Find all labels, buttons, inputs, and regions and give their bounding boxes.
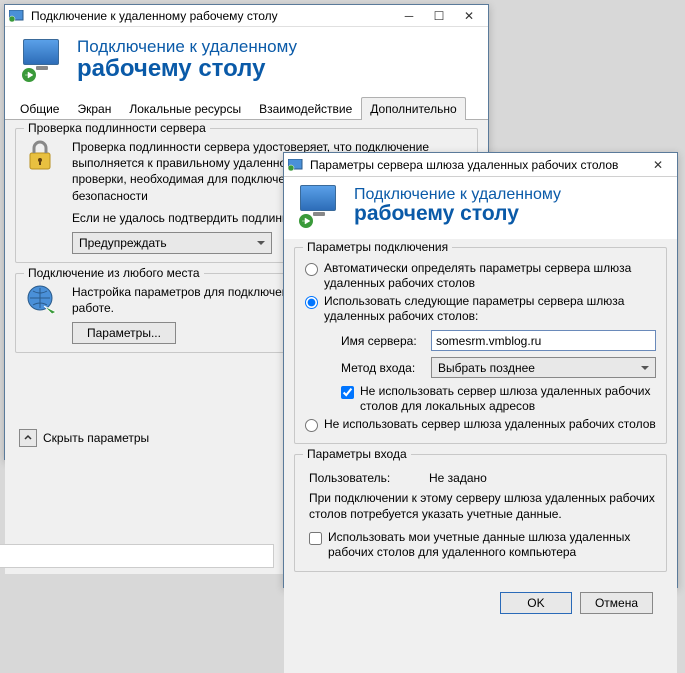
dialog-title: Параметры сервера шлюза удаленных рабочи…	[310, 158, 643, 172]
gateway-settings-button[interactable]: Параметры...	[72, 322, 176, 344]
banner: Подключение к удаленному рабочему столу	[5, 27, 488, 97]
server-name-label: Имя сервера:	[341, 334, 431, 348]
auth-action-combo[interactable]: Предупреждать	[72, 232, 272, 254]
banner-line2: рабочему столу	[77, 55, 297, 83]
titlebar[interactable]: Параметры сервера шлюза удаленных рабочи…	[284, 153, 677, 177]
tab-bar: Общие Экран Локальные ресурсы Взаимодейс…	[5, 97, 488, 120]
radio-no-gateway-label: Не использовать сервер шлюза удаленных р…	[324, 417, 656, 432]
logon-method-label: Метод входа:	[341, 361, 431, 375]
rdp-banner-icon	[23, 39, 65, 81]
checkbox-share-creds[interactable]	[309, 532, 322, 545]
banner-line2: рабочему столу	[354, 202, 561, 226]
radio-use-settings[interactable]	[305, 296, 318, 309]
checkbox-bypass-local-label: Не использовать сервер шлюза удаленных р…	[360, 384, 656, 414]
user-label: Пользователь:	[309, 471, 429, 485]
group-legend: Проверка подлинности сервера	[24, 121, 210, 135]
checkbox-bypass-local[interactable]	[341, 386, 354, 399]
group-legend: Параметры подключения	[303, 240, 452, 254]
credentials-note: При подключении к этому серверу шлюза уд…	[309, 491, 656, 522]
radio-use-settings-label: Использовать следующие параметры сервера…	[324, 294, 656, 324]
group-logon-params: Параметры входа Пользователь: Не задано …	[294, 454, 667, 572]
user-value: Не задано	[429, 471, 487, 485]
logon-method-select[interactable]: Выбрать позднее	[431, 357, 656, 378]
tab-local-resources[interactable]: Локальные ресурсы	[120, 97, 250, 120]
server-name-input[interactable]	[431, 330, 656, 351]
tab-display[interactable]: Экран	[68, 97, 120, 120]
ok-button[interactable]: OK	[500, 592, 572, 614]
padlock-icon	[26, 139, 62, 174]
rdp-banner-icon	[300, 185, 342, 227]
tab-advanced[interactable]: Дополнительно	[361, 97, 465, 120]
radio-auto-detect[interactable]	[305, 263, 318, 276]
rdp-icon	[9, 10, 25, 22]
tab-experience[interactable]: Взаимодействие	[250, 97, 361, 120]
tab-general[interactable]: Общие	[11, 97, 68, 120]
hide-options-toggle[interactable]: Скрыть параметры	[7, 423, 161, 453]
group-legend: Параметры входа	[303, 447, 411, 461]
rdp-icon	[288, 159, 304, 171]
dialog-content: Параметры подключения Автоматически опре…	[284, 239, 677, 673]
checkbox-share-creds-label: Использовать мои учетные данные шлюза уд…	[328, 530, 656, 560]
close-button[interactable]: ✕	[643, 155, 673, 175]
window-title: Подключение к удаленному рабочему столу	[31, 9, 394, 23]
radio-no-gateway[interactable]	[305, 419, 318, 432]
group-connection-params: Параметры подключения Автоматически опре…	[294, 247, 667, 444]
gateway-settings-dialog: Параметры сервера шлюза удаленных рабочи…	[283, 152, 678, 588]
maximize-button[interactable]: ☐	[424, 6, 454, 26]
radio-auto-detect-label: Автоматически определять параметры серве…	[324, 261, 656, 291]
background-panel	[0, 544, 274, 568]
globe-arrow-icon	[26, 284, 62, 319]
close-button[interactable]: ✕	[454, 6, 484, 26]
banner-line1: Подключение к удаленному	[77, 37, 297, 57]
minimize-button[interactable]: ─	[394, 6, 424, 26]
cancel-button[interactable]: Отмена	[580, 592, 653, 614]
titlebar[interactable]: Подключение к удаленному рабочему столу …	[5, 5, 488, 27]
banner: Подключение к удаленному рабочему столу	[284, 177, 677, 239]
chevron-up-icon	[19, 429, 37, 447]
group-legend: Подключение из любого места	[24, 266, 204, 280]
